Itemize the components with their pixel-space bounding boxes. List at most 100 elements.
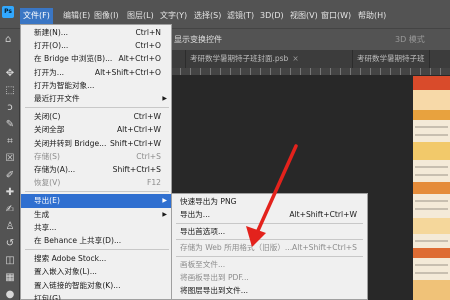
marquee-tool-icon[interactable]: ⬚ xyxy=(3,84,17,98)
menu-item-label: 存储为 Web 所用格式（旧版）... xyxy=(180,243,293,253)
menu-item-1[interactable]: 编辑(E) xyxy=(60,9,93,23)
menu-item-label: 新建(N)... xyxy=(34,28,69,37)
menu-item-shortcut: Ctrl+S xyxy=(136,151,161,161)
document-canvas[interactable] xyxy=(413,76,450,300)
home-icon[interactable]: ⌂ xyxy=(5,34,17,46)
menu-item-label: 画板至文件... xyxy=(180,259,226,269)
file-menu-item[interactable]: 打开(O)... Ctrl+O xyxy=(21,39,171,52)
menu-separator xyxy=(25,107,169,109)
menu-item-label: 关闭全部 xyxy=(34,125,65,135)
close-tab-icon[interactable]: × xyxy=(429,54,430,63)
file-menu-item[interactable]: 存储为(A)... Shift+Ctrl+S xyxy=(21,163,171,176)
menu-item-label: 导出(E) xyxy=(34,196,60,206)
file-menu-item[interactable]: 最近打开文件 ▶ xyxy=(21,92,171,105)
menu-item-label: 快速导出为 PNG xyxy=(180,197,237,206)
eraser-tool-icon[interactable]: ◫ xyxy=(3,254,17,268)
move-tool-icon[interactable]: ✥ xyxy=(3,67,17,81)
menu-item-label: 置入嵌入对象(L)... xyxy=(34,267,97,277)
menu-item-label: 共享... xyxy=(34,222,57,232)
document-tab[interactable]: 考研数学暑期特子班封面.psb × xyxy=(186,50,353,68)
menu-item-shortcut: Ctrl+W xyxy=(133,112,161,122)
menu-item-9[interactable]: 窗口(W) xyxy=(318,9,354,23)
gradient-tool-icon[interactable]: ▦ xyxy=(3,271,17,285)
menu-separator xyxy=(25,249,169,251)
file-menu-item[interactable]: 关闭(C) Ctrl+W xyxy=(21,110,171,123)
menu-item-4[interactable]: 文字(Y) xyxy=(157,9,190,23)
menu-item-label: 将图层导出到文件... xyxy=(180,286,248,296)
document-tab[interactable]: 考研数学暑期特子班 × xyxy=(353,50,430,68)
menu-item-label: 关闭并转到 Bridge... xyxy=(34,138,107,148)
menu-item-5[interactable]: 选择(S) xyxy=(191,9,224,23)
menu-item-8[interactable]: 视图(V) xyxy=(287,9,321,23)
file-menu-item[interactable]: 生成 ▶ xyxy=(21,208,171,221)
brush-tool-icon[interactable]: ✍ xyxy=(3,203,17,217)
file-menu-item[interactable]: 打包(G)... xyxy=(21,292,171,300)
menu-item-label: 关闭(C) xyxy=(34,112,61,122)
frame-tool-icon[interactable]: ☒ xyxy=(3,152,17,166)
menu-item-shortcut: Alt+Shift+Ctrl+O xyxy=(94,67,161,77)
crop-tool-icon[interactable]: ⌗ xyxy=(3,135,17,149)
clone-stamp-tool-icon[interactable]: ♙ xyxy=(3,220,17,234)
tools-panel: ✥ ⬚ ↄ ✎ ⌗ ☒ ✐ ✚ ✍ ♙ ↺ ◫ ▦ ● xyxy=(0,50,20,300)
menu-item-shortcut: Alt+Ctrl+W xyxy=(116,125,161,135)
submenu-arrow-icon: ▶ xyxy=(162,210,167,218)
file-menu-item[interactable]: 在 Behance 上共享(D)... xyxy=(21,234,171,247)
export-submenu-item: 将画板导出到 PDF... xyxy=(172,271,367,285)
menu-separator xyxy=(176,239,363,241)
eyedropper-tool-icon[interactable]: ✐ xyxy=(3,169,17,183)
menu-item-3[interactable]: 图层(L) xyxy=(124,9,157,23)
menu-item-shortcut: Alt+Ctrl+O xyxy=(118,54,162,64)
tab-label: 考研数学暑期特子班封面.psb xyxy=(190,54,289,63)
menu-item-7[interactable]: 3D(D) xyxy=(257,9,287,23)
menu-item-label: 恢复(V) xyxy=(34,178,61,188)
lasso-tool-icon[interactable]: ↄ xyxy=(3,101,17,115)
menu-item-6[interactable]: 滤镜(T) xyxy=(224,9,257,23)
menu-item-label: 导出首选项... xyxy=(180,226,226,236)
file-menu-item[interactable]: 关闭并转到 Bridge... Shift+Ctrl+W xyxy=(21,137,171,150)
menu-item-2[interactable]: 图像(I) xyxy=(91,9,122,23)
file-menu: 新建(N)... Ctrl+N 打开(O)... Ctrl+O 在 Bridge 中浏览… xyxy=(20,24,172,300)
3d-mode-label: 3D 模式 xyxy=(395,35,425,44)
file-menu-item[interactable]: 置入嵌入对象(L)... xyxy=(21,265,171,278)
blur-tool-icon[interactable]: ● xyxy=(3,288,17,300)
file-menu-item[interactable]: 置入链接的智能对象(K)... xyxy=(21,279,171,292)
submenu-arrow-icon: ▶ xyxy=(162,95,167,102)
menu-item-shortcut: F12 xyxy=(146,178,161,188)
file-menu-item[interactable]: 共享... xyxy=(21,221,171,234)
export-submenu-item[interactable]: 导出为... Alt+Shift+Ctrl+W xyxy=(172,208,367,222)
history-brush-tool-icon[interactable]: ↺ xyxy=(3,237,17,251)
menu-item-shortcut: Alt+Shift+Ctrl+W xyxy=(289,210,357,220)
menu-separator xyxy=(176,255,363,257)
healing-brush-tool-icon[interactable]: ✚ xyxy=(3,186,17,200)
menu-item-label: 置入链接的智能对象(K)... xyxy=(34,280,121,290)
export-submenu-item: 画板至文件... xyxy=(172,258,367,272)
file-menu-item: 恢复(V) F12 xyxy=(21,176,171,189)
file-menu-item[interactable]: 搜索 Adobe Stock... xyxy=(21,252,171,265)
file-menu-item[interactable]: 打开为智能对象... xyxy=(21,79,171,92)
menu-separator xyxy=(25,191,169,193)
menu-item-label: 打开为... xyxy=(34,67,65,77)
photoshop-logo[interactable]: Ps xyxy=(2,6,14,18)
export-submenu-item[interactable]: 快速导出为 PNG xyxy=(172,195,367,209)
menu-item-label: 最近打开文件 xyxy=(34,94,80,103)
file-menu-item[interactable]: 新建(N)... Ctrl+N xyxy=(21,26,171,39)
menu-item-label: 生成 xyxy=(34,209,50,219)
menu-item-label: 打包(G)... xyxy=(34,293,69,300)
export-submenu-item: 存储为 Web 所用格式（旧版）... Alt+Shift+Ctrl+S xyxy=(172,241,367,255)
show-transform-controls-label[interactable]: 显示变换控件 xyxy=(174,34,222,45)
menu-item-label: 在 Behance 上共享(D)... xyxy=(34,236,122,245)
menu-item-shortcut: Ctrl+O xyxy=(135,41,161,51)
file-menu-item[interactable]: 打开为... Alt+Shift+Ctrl+O xyxy=(21,66,171,79)
close-tab-icon[interactable]: × xyxy=(292,54,298,63)
menu-item-shortcut: Shift+Ctrl+W xyxy=(109,138,161,148)
file-menu-item[interactable]: 在 Bridge 中浏览(B)... Alt+Ctrl+O xyxy=(21,52,171,65)
file-menu-item[interactable]: 关闭全部 Alt+Ctrl+W xyxy=(21,123,171,136)
quick-select-tool-icon[interactable]: ✎ xyxy=(3,118,17,132)
submenu-arrow-icon: ▶ xyxy=(162,197,167,205)
menu-item-10[interactable]: 帮助(H) xyxy=(355,9,389,23)
menu-file[interactable]: 文件(F) xyxy=(20,8,53,24)
tab-label: 考研数学暑期特子班 xyxy=(357,54,425,63)
file-menu-item-export[interactable]: 导出(E) ▶ xyxy=(21,194,171,208)
export-submenu-item[interactable]: 导出首选项... xyxy=(172,225,367,239)
export-submenu-item[interactable]: 将图层导出到文件... xyxy=(172,284,367,298)
